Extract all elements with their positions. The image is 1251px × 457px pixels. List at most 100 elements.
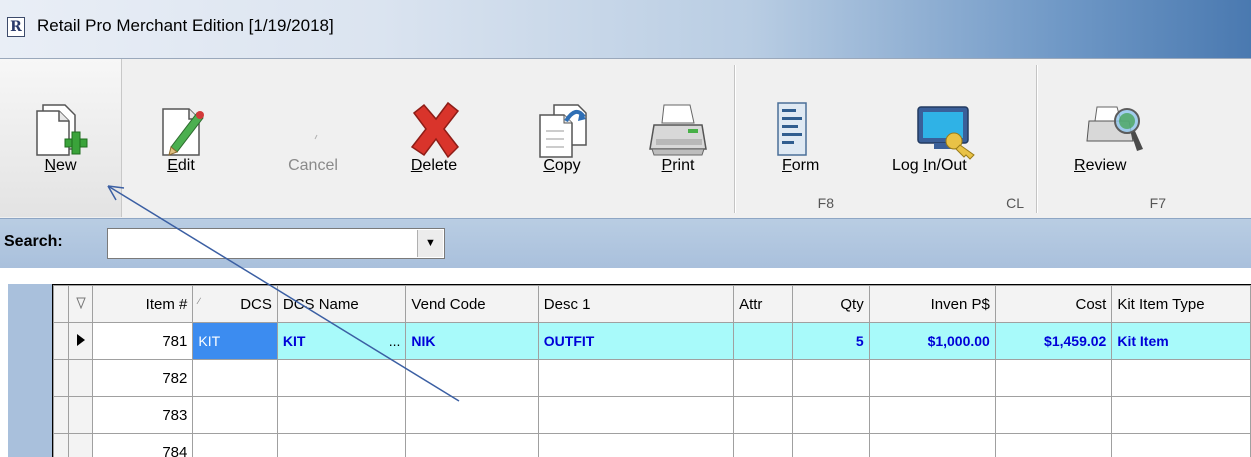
cell-ellipsis: ... <box>388 333 401 349</box>
cell-dcs[interactable]: KIT <box>192 322 278 360</box>
cell-vend-code[interactable] <box>405 433 539 457</box>
cell-kit-item-type[interactable]: Kit Item <box>1111 322 1251 360</box>
new-button[interactable]: New <box>0 59 122 217</box>
column-header-vend-code[interactable]: Vend Code <box>405 285 539 323</box>
grid-header-row: Item # ∕ DCS DCS Name Vend Code Desc 1 At… <box>53 285 1251 323</box>
cell-cost[interactable]: $1,459.02 <box>994 322 1113 360</box>
column-header-cost[interactable]: Cost <box>994 285 1113 323</box>
cell-qty[interactable]: 5 <box>792 322 870 360</box>
cell-dcs-name[interactable] <box>276 359 407 397</box>
cell-desc1[interactable] <box>537 359 735 397</box>
column-header-attr[interactable]: Attr <box>733 285 794 323</box>
cell-kit-item-type[interactable] <box>1111 396 1251 434</box>
row-selector[interactable] <box>53 359 70 397</box>
toolbar: New Edit Cancel Delete Copy Print Form F… <box>0 58 1251 218</box>
header-corner[interactable] <box>53 285 70 323</box>
cell-item-no[interactable]: 783 <box>92 396 194 434</box>
cell-dcs[interactable] <box>192 359 278 397</box>
print-button[interactable]: Print <box>626 59 730 217</box>
cell-vend-code[interactable] <box>405 396 539 434</box>
cell-vend-code[interactable]: NIK <box>405 322 539 360</box>
chevron-down-icon[interactable]: ▼ <box>417 230 443 257</box>
login-hotkey: CL <box>1006 195 1024 211</box>
app-logo-icon[interactable]: R <box>7 17 25 37</box>
review-button[interactable]: Review F7 <box>1042 59 1192 217</box>
cell-vend-code[interactable] <box>405 359 539 397</box>
printer-magnifier-icon <box>1086 106 1143 151</box>
delete-button-label: Delete <box>410 157 458 174</box>
cell-item-no[interactable]: 782 <box>92 359 194 397</box>
column-header-desc1[interactable]: Desc 1 <box>537 285 735 323</box>
login-button-label: Log In/Out <box>892 157 967 174</box>
cell-inven-price[interactable] <box>868 396 996 434</box>
table-row[interactable]: 782 <box>53 359 1251 397</box>
cell-attr[interactable] <box>733 359 794 397</box>
edit-pencil-icon <box>162 108 204 156</box>
cell-inven-price[interactable]: $1,000.00 <box>868 322 996 360</box>
cell-desc1[interactable]: OUTFIT <box>537 322 735 360</box>
table-row[interactable]: 783 <box>53 396 1251 434</box>
column-header-item-no[interactable]: Item # <box>92 285 194 323</box>
search-combobox[interactable]: ▼ <box>107 228 445 259</box>
new-document-plus-icon <box>35 104 87 156</box>
cell-attr[interactable] <box>733 322 794 360</box>
cancel-icon <box>314 134 318 140</box>
sort-indicator-icon[interactable] <box>68 285 94 323</box>
cell-cost[interactable] <box>994 359 1113 397</box>
cell-item-no[interactable]: 781 <box>92 322 194 360</box>
login-logout-button[interactable]: Log In/Out CL <box>858 59 1034 217</box>
cell-inven-price[interactable] <box>868 433 996 457</box>
review-hotkey: F7 <box>1149 195 1166 211</box>
cell-attr[interactable] <box>733 396 794 434</box>
grid-gutter <box>8 284 52 457</box>
edit-button-label: Edit <box>167 157 195 174</box>
table-row[interactable]: 784 <box>53 433 1251 457</box>
copy-button-label: Copy <box>543 157 581 174</box>
title-bar: R Retail Pro Merchant Edition [1/19/2018… <box>0 0 1251 58</box>
row-selector[interactable] <box>53 396 70 434</box>
cell-qty[interactable] <box>792 396 870 434</box>
toolbar-separator-2 <box>1036 65 1038 213</box>
cell-kit-item-type[interactable] <box>1111 433 1251 457</box>
cell-qty[interactable] <box>792 359 870 397</box>
form-button-label: Form <box>782 157 820 174</box>
table-row[interactable]: 781 KIT KIT... NIK OUTFIT 5 $1,000.00 $1… <box>53 322 1251 360</box>
edit-button[interactable]: Edit <box>128 59 234 217</box>
column-header-inven-price[interactable]: Inven P$ <box>868 285 996 323</box>
form-button[interactable]: Form F8 <box>740 59 844 217</box>
cell-desc1[interactable] <box>537 433 735 457</box>
cancel-button[interactable]: Cancel <box>258 59 368 217</box>
column-header-qty[interactable]: Qty <box>792 285 870 323</box>
cell-qty[interactable] <box>792 433 870 457</box>
cell-cost[interactable] <box>994 396 1113 434</box>
cell-inven-price[interactable] <box>868 359 996 397</box>
cell-desc1[interactable] <box>537 396 735 434</box>
cell-attr[interactable] <box>733 433 794 457</box>
toolbar-separator <box>734 65 736 213</box>
row-selector[interactable] <box>53 322 70 360</box>
cell-cost[interactable] <box>994 433 1113 457</box>
cell-kit-item-type[interactable] <box>1111 359 1251 397</box>
column-header-kit-item-type[interactable]: Kit Item Type <box>1111 285 1251 323</box>
items-grid[interactable]: Item # ∕ DCS DCS Name Vend Code Desc 1 At… <box>52 284 1251 457</box>
cell-dcs-name[interactable] <box>276 433 407 457</box>
cell-dcs[interactable] <box>192 433 278 457</box>
search-label: Search: <box>4 233 63 250</box>
items-table: Item # ∕ DCS DCS Name Vend Code Desc 1 At… <box>53 285 1251 457</box>
column-header-dcs-name[interactable]: DCS Name <box>276 285 407 323</box>
column-header-dcs[interactable]: ∕ DCS <box>192 285 278 323</box>
cancel-button-label: Cancel <box>288 157 338 174</box>
monitor-key-icon <box>917 106 975 160</box>
current-row-pointer-icon <box>68 322 94 360</box>
search-input[interactable] <box>109 230 417 257</box>
delete-button[interactable]: Delete <box>386 59 482 217</box>
printer-icon <box>649 104 707 156</box>
row-selector[interactable] <box>53 433 70 457</box>
print-button-label: Print <box>661 157 695 174</box>
cell-dcs-name[interactable]: KIT... <box>276 322 407 360</box>
cell-item-no[interactable]: 784 <box>92 433 194 457</box>
cell-dcs-name[interactable] <box>276 396 407 434</box>
copy-button[interactable]: Copy <box>508 59 616 217</box>
search-bar: Search: ▼ <box>0 218 1251 268</box>
cell-dcs[interactable] <box>192 396 278 434</box>
